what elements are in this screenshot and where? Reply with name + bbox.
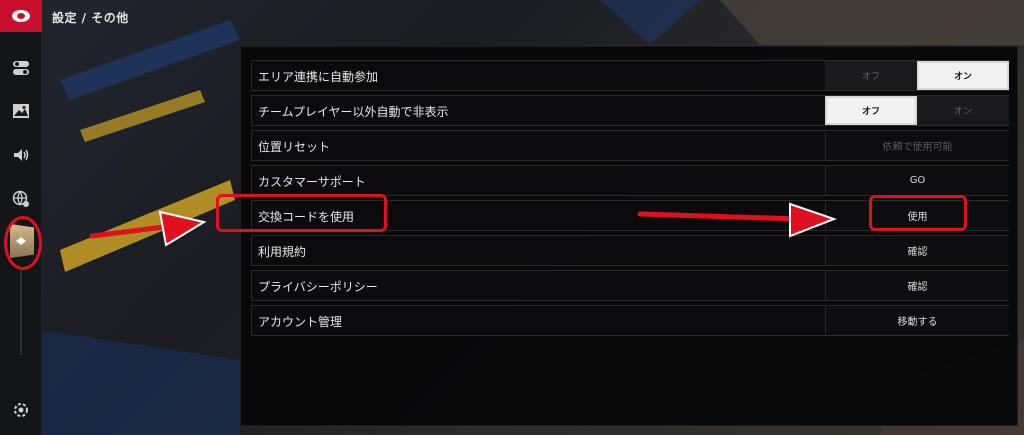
toggle-off-option[interactable]: オフ (825, 61, 917, 90)
toggle-icon[interactable] (9, 56, 33, 80)
customer-support-button[interactable]: GO (825, 166, 1009, 195)
terms-confirm-button[interactable]: 確認 (825, 236, 1009, 265)
sound-icon[interactable] (9, 143, 33, 167)
setting-row-customer-support: カスタマーサポート GO (251, 165, 1009, 196)
annotation-box-redeem-label (216, 194, 387, 232)
sidebar-scroll-track[interactable] (20, 270, 22, 355)
globe-icon[interactable] (9, 187, 33, 211)
breadcrumb: 設定 / その他 (52, 11, 129, 25)
setting-row-area-auto-join: エリア連携に自動参加 オフ オン (251, 60, 1009, 91)
account-manage-button[interactable]: 移動する (825, 306, 1009, 335)
setting-label: 位置リセット (258, 140, 331, 154)
toggle-off-option[interactable]: オフ (825, 96, 917, 125)
setting-label: チームプレイヤー以外自動で非表示 (258, 105, 449, 119)
annotation-circle-sidebar (4, 216, 42, 270)
setting-label: 利用規約 (258, 245, 307, 259)
hide-non-team-toggle[interactable]: オフ オン (825, 96, 1009, 125)
area-auto-join-toggle[interactable]: オフ オン (825, 61, 1009, 90)
settings-panel: エリア連携に自動参加 オフ オン チームプレイヤー以外自動で非表示 オフ オン … (240, 46, 1018, 426)
setting-label: エリア連携に自動参加 (258, 70, 379, 84)
toggle-on-option[interactable]: オン (917, 61, 1009, 90)
setting-label: カスタマーサポート (258, 175, 366, 189)
toggle-on-option[interactable]: オン (917, 96, 1009, 125)
setting-row-hide-non-team: チームプレイヤー以外自動で非表示 オフ オン (251, 95, 1009, 126)
setting-label: プライバシーポリシー (258, 280, 378, 294)
image-icon[interactable] (9, 99, 33, 123)
setting-row-position-reset: 位置リセット 依頼で使用可能 (251, 130, 1009, 161)
setting-row-account: アカウント管理 移動する (251, 305, 1009, 336)
position-reset-button: 依頼で使用可能 (825, 131, 1009, 160)
setting-label: アカウント管理 (258, 315, 343, 329)
setting-row-terms: 利用規約 確認 (251, 235, 1009, 266)
privacy-confirm-button[interactable]: 確認 (825, 271, 1009, 300)
setting-row-privacy: プライバシーポリシー 確認 (251, 270, 1009, 301)
app-logo (0, 0, 42, 32)
gear-icon[interactable] (9, 398, 33, 422)
annotation-box-redeem-button (869, 195, 967, 231)
